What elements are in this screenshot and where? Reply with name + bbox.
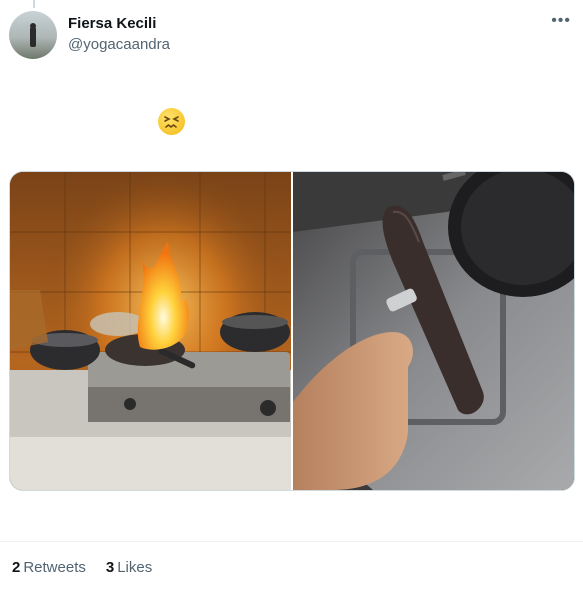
media-grid: [9, 171, 575, 491]
likes-label: Likes: [117, 559, 153, 576]
more-options-icon[interactable]: •••: [551, 12, 571, 30]
display-name[interactable]: Fiersa Kecili: [68, 15, 156, 32]
stats-divider: [0, 541, 583, 542]
likes-stat[interactable]: 3 Likes: [106, 559, 152, 576]
retweets-label: Retweets: [23, 559, 86, 576]
avatar-figure-body: [30, 27, 36, 47]
photo-burnt-food[interactable]: [293, 172, 574, 490]
avatar[interactable]: [9, 11, 57, 59]
confounded-face-emoji-icon: [158, 108, 185, 135]
photo-stove-fire[interactable]: [10, 172, 291, 490]
engagement-stats: 2 Retweets 3 Likes: [12, 559, 152, 576]
thread-connector-line: [33, 0, 35, 8]
user-handle[interactable]: @yogacaandra: [68, 36, 170, 53]
likes-count: 3: [105, 559, 115, 576]
retweets-stat[interactable]: 2 Retweets: [12, 559, 86, 576]
retweets-count: 2: [12, 559, 21, 576]
